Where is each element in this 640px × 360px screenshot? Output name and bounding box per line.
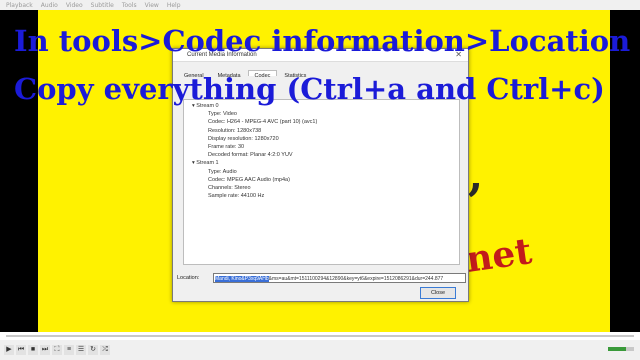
menu-tools[interactable]: Tools <box>122 2 137 9</box>
loop-icon[interactable]: ↻ <box>88 345 98 355</box>
tree-row: Codec: H264 - MPEG-4 AVC (part 10) (avc1… <box>208 119 318 126</box>
menu-view[interactable]: View <box>145 2 159 9</box>
tree-row: Frame rate: 30 <box>208 143 245 150</box>
overlay-line-2: Copy everything (Ctrl+a and Ctrl+c) <box>14 72 605 106</box>
overlay-line-1: In tools>Codec information>Location <box>14 24 631 58</box>
play-icon[interactable]: ▶ <box>4 345 14 355</box>
location-text: &ms=au&mt=1511100294&12890&key=yt6&expir… <box>268 276 444 282</box>
codec-tree[interactable]: ▾ Stream 0 Type: Video Codec: H264 - MPE… <box>183 99 460 265</box>
close-button[interactable]: Close <box>420 287 456 299</box>
tree-row: Type: Video <box>208 111 237 118</box>
shuffle-icon[interactable]: ⤮ <box>100 345 110 355</box>
tree-row: Sample rate: 44100 Hz <box>208 193 265 200</box>
tree-row: Codec: MPEG AAC Audio (mp4a) <box>208 176 290 183</box>
tree-row: Type: Audio <box>208 168 237 175</box>
menu-playback[interactable]: Playback <box>6 2 33 9</box>
menu-video[interactable]: Video <box>66 2 83 9</box>
tree-row: Display resolution: 1280x720 <box>208 135 279 142</box>
location-label: Location: <box>177 275 200 281</box>
fullscreen-icon[interactable]: ⛶ <box>52 345 62 355</box>
seek-bar[interactable] <box>0 332 640 340</box>
tree-row: Channels: Stereo <box>208 184 251 191</box>
previous-icon[interactable]: ⏮ <box>16 345 26 355</box>
video-area[interactable]: E , c net Current Media Information ✕ Ge… <box>0 10 640 332</box>
playlist-icon[interactable]: ☰ <box>76 345 86 355</box>
tree-row: Decoded format: Planar 4:2:0 YUV <box>208 152 293 159</box>
location-field[interactable]: Mandi, Kino&P3xq9AHb&ms=au&mt=1511100294… <box>213 273 466 283</box>
seek-track[interactable] <box>6 335 634 337</box>
extended-settings-icon[interactable]: ≡ <box>64 345 74 355</box>
volume-slider[interactable] <box>608 347 634 351</box>
volume-fill <box>608 347 627 351</box>
stop-icon[interactable]: ■ <box>28 345 38 355</box>
menu-subtitle[interactable]: Subtitle <box>91 2 114 9</box>
menu-bar: Playback Audio Video Subtitle Tools View… <box>0 0 640 10</box>
control-bar: ▶ ⏮ ■ ⏭ ⛶ ≡ ☰ ↻ ⤮ <box>0 340 640 360</box>
menu-audio[interactable]: Audio <box>41 2 58 9</box>
svg-text:,: , <box>468 150 483 201</box>
location-selected-text: Mandi, Kino&P3xq9AHb <box>215 276 269 282</box>
menu-help[interactable]: Help <box>167 2 181 9</box>
next-icon[interactable]: ⏭ <box>40 345 50 355</box>
tree-row: Resolution: 1280x738 <box>208 127 262 134</box>
stream-1-node[interactable]: ▾ Stream 1 <box>188 159 455 167</box>
svg-text:net: net <box>463 230 534 281</box>
